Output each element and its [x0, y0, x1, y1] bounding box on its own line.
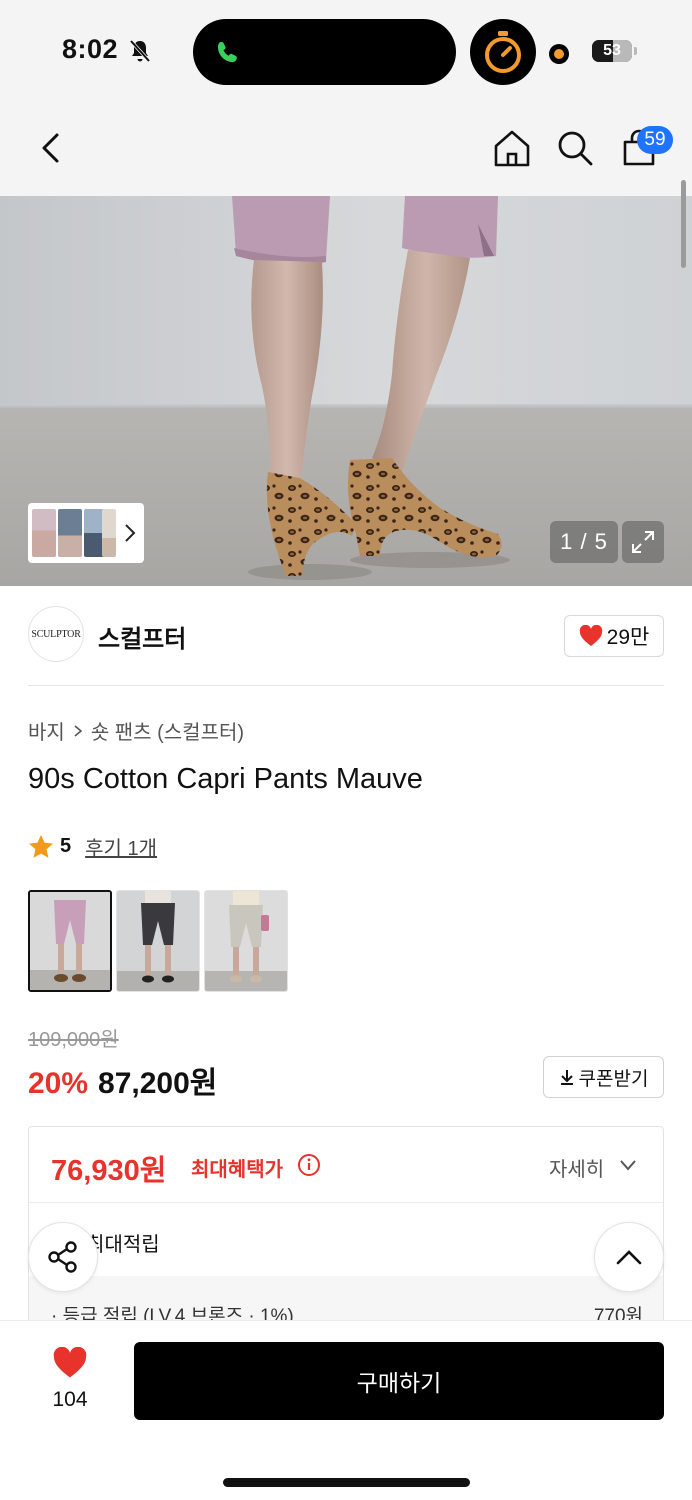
color-thumb-black[interactable]	[116, 890, 200, 992]
wishlist-button[interactable]: 104	[30, 1346, 110, 1419]
fullscreen-button[interactable]	[622, 521, 664, 563]
product-title: 90s Cotton Capri Pants Mauve	[28, 763, 423, 795]
star-icon	[29, 835, 53, 858]
gallery-thumb	[32, 509, 56, 557]
buy-button[interactable]: 구매하기	[134, 1342, 664, 1420]
gallery-thumb	[58, 509, 82, 557]
breadcrumb-category[interactable]: 바지	[28, 716, 65, 745]
back-arrow-icon	[42, 133, 59, 163]
battery-level: 53	[603, 42, 621, 59]
divider	[28, 685, 664, 686]
brand-name[interactable]: 스컬프터	[98, 619, 186, 654]
breadcrumb-subcategory[interactable]: 숏 팬츠 (스컬프터)	[91, 716, 244, 745]
original-price: 109,000원	[28, 1029, 119, 1051]
max-benefit-label: 최대혜택가	[191, 1159, 283, 1181]
benefit-box: 76,930원 최대혜택가 자세히 0원 최대적립 · 등급 적립 (LV.4 …	[28, 1126, 664, 1346]
app-header	[0, 104, 692, 196]
home-icon	[494, 130, 530, 167]
share-button[interactable]	[28, 1222, 98, 1292]
wishlist-count: 104	[52, 1388, 88, 1411]
timer-icon	[485, 31, 521, 73]
chevron-down-icon[interactable]	[619, 1158, 637, 1172]
cart-count-badge: 59	[637, 126, 673, 154]
search-icon	[558, 131, 593, 166]
bell-slash-icon	[129, 39, 151, 63]
battery-cap	[634, 47, 637, 55]
status-bar: 8:02 53	[0, 0, 692, 104]
back-button[interactable]	[28, 126, 72, 170]
review-link[interactable]: 후기 1개	[85, 832, 157, 861]
coupon-label: 쿠폰받기	[578, 1068, 649, 1090]
recording-dot-icon	[549, 44, 569, 64]
home-button[interactable]	[490, 126, 534, 170]
breadcrumb: 바지 숏 팬츠 (스컬프터)	[28, 716, 244, 745]
heart-icon	[579, 625, 602, 646]
rating-row: 5 후기 1개	[28, 832, 157, 861]
battery-icon: 53	[592, 40, 632, 62]
brand-like-count: 29만	[606, 626, 650, 649]
home-indicator[interactable]	[223, 1478, 470, 1487]
color-thumb-image	[30, 892, 110, 990]
phone-call-icon	[217, 42, 237, 63]
max-benefit-price: 76,930원	[51, 1155, 167, 1187]
download-icon	[560, 1070, 573, 1085]
coupon-button[interactable]: 쿠폰받기	[543, 1056, 664, 1098]
image-counter: 1 / 5	[550, 521, 618, 563]
status-time: 8:02	[62, 34, 119, 64]
color-thumb-mauve[interactable]	[28, 890, 112, 992]
scrollbar[interactable]	[681, 180, 686, 268]
timer-bubble[interactable]	[470, 19, 536, 85]
scroll-top-button[interactable]	[594, 1222, 664, 1292]
divider	[29, 1202, 663, 1203]
info-icon[interactable]	[297, 1153, 321, 1177]
gallery-thumb	[102, 509, 116, 557]
dynamic-island[interactable]	[193, 19, 456, 85]
sale-price: 87,200원	[98, 1067, 218, 1100]
share-icon	[48, 1241, 77, 1273]
color-thumb-image	[205, 891, 287, 991]
benefit-detail-toggle[interactable]: 자세히	[549, 1153, 604, 1182]
search-button[interactable]	[553, 126, 597, 170]
product-hero-image[interactable]: 1 / 5	[0, 196, 692, 586]
chevron-right-icon	[125, 524, 136, 542]
gallery-thumb-strip[interactable]	[28, 503, 144, 563]
color-thumb-image	[117, 891, 199, 991]
chevron-up-icon	[616, 1250, 642, 1265]
brand-logo[interactable]: SCULPTOR	[28, 606, 84, 662]
color-variants	[28, 890, 288, 992]
discount-rate: 20%	[28, 1067, 89, 1100]
heart-icon	[53, 1346, 87, 1378]
expand-icon	[632, 531, 654, 553]
chevron-right-icon	[74, 724, 83, 737]
rating-score: 5	[60, 835, 72, 857]
color-thumb-light-gray[interactable]	[204, 890, 288, 992]
brand-like-button[interactable]: 29만	[564, 615, 664, 657]
bottom-action-bar: 104 구매하기	[0, 1320, 692, 1500]
price-row: 20% 87,200원	[28, 1058, 217, 1102]
